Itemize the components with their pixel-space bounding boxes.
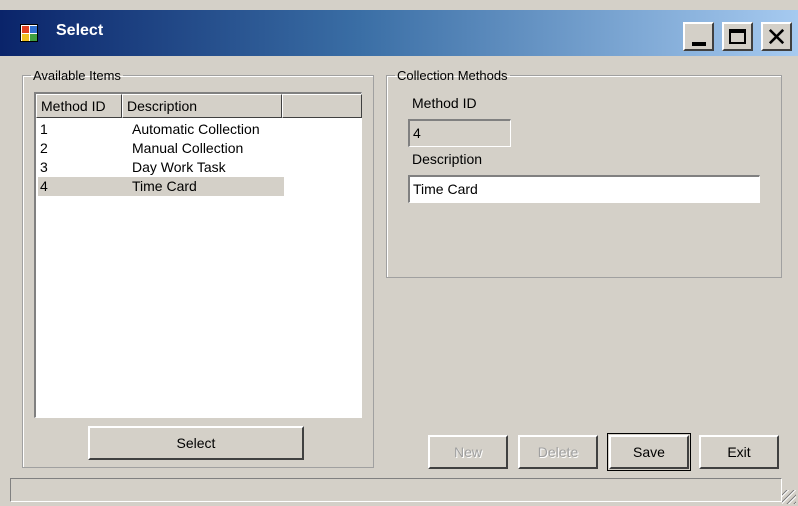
description-label: Description (412, 151, 483, 167)
delete-button[interactable]: Delete (518, 435, 598, 469)
method-id-field: 4 (408, 119, 511, 147)
available-items-list[interactable]: Method ID Description 1 Automatic Collec… (34, 92, 362, 418)
close-icon: ✕ (765, 21, 788, 52)
exit-button[interactable]: Exit (699, 435, 779, 469)
list-item-description: Manual Collection (132, 140, 244, 156)
new-button[interactable]: New (428, 435, 508, 469)
resize-grip-icon[interactable] (782, 490, 796, 504)
select-window: Select ✕ Available Items Method ID Descr… (0, 0, 798, 506)
description-field[interactable]: Time Card (408, 175, 760, 203)
column-header-description[interactable]: Description (122, 94, 282, 118)
close-button[interactable]: ✕ (761, 22, 792, 51)
app-icon (20, 24, 38, 42)
list-item[interactable]: 1 Automatic Collection (38, 120, 284, 139)
maximize-button[interactable] (722, 22, 753, 51)
list-item-id: 1 (40, 121, 48, 137)
title-bar[interactable]: Select ✕ (0, 10, 798, 56)
status-bar (10, 478, 782, 502)
column-header-empty[interactable] (282, 94, 362, 118)
list-item[interactable]: 2 Manual Collection (38, 139, 284, 158)
list-item-description: Automatic Collection (132, 121, 260, 137)
list-item-id: 4 (40, 178, 48, 194)
select-button[interactable]: Select (88, 426, 304, 460)
available-items-legend: Available Items (33, 68, 121, 83)
window-title: Select (56, 22, 104, 39)
collection-methods-legend: Collection Methods (397, 68, 508, 83)
save-button[interactable]: Save (607, 433, 691, 471)
list-header: Method ID Description (36, 94, 362, 118)
list-item-id: 3 (40, 159, 48, 175)
list-item-id: 2 (40, 140, 48, 156)
list-item-description: Day Work Task (132, 159, 226, 175)
list-item-selected[interactable]: 4 Time Card (38, 177, 284, 196)
minimize-icon (691, 41, 706, 46)
maximize-icon (729, 29, 746, 44)
list-item[interactable]: 3 Day Work Task (38, 158, 284, 177)
minimize-button[interactable] (683, 22, 714, 51)
column-header-method-id[interactable]: Method ID (36, 94, 122, 118)
list-item-description: Time Card (132, 178, 197, 194)
method-id-label: Method ID (412, 95, 477, 111)
